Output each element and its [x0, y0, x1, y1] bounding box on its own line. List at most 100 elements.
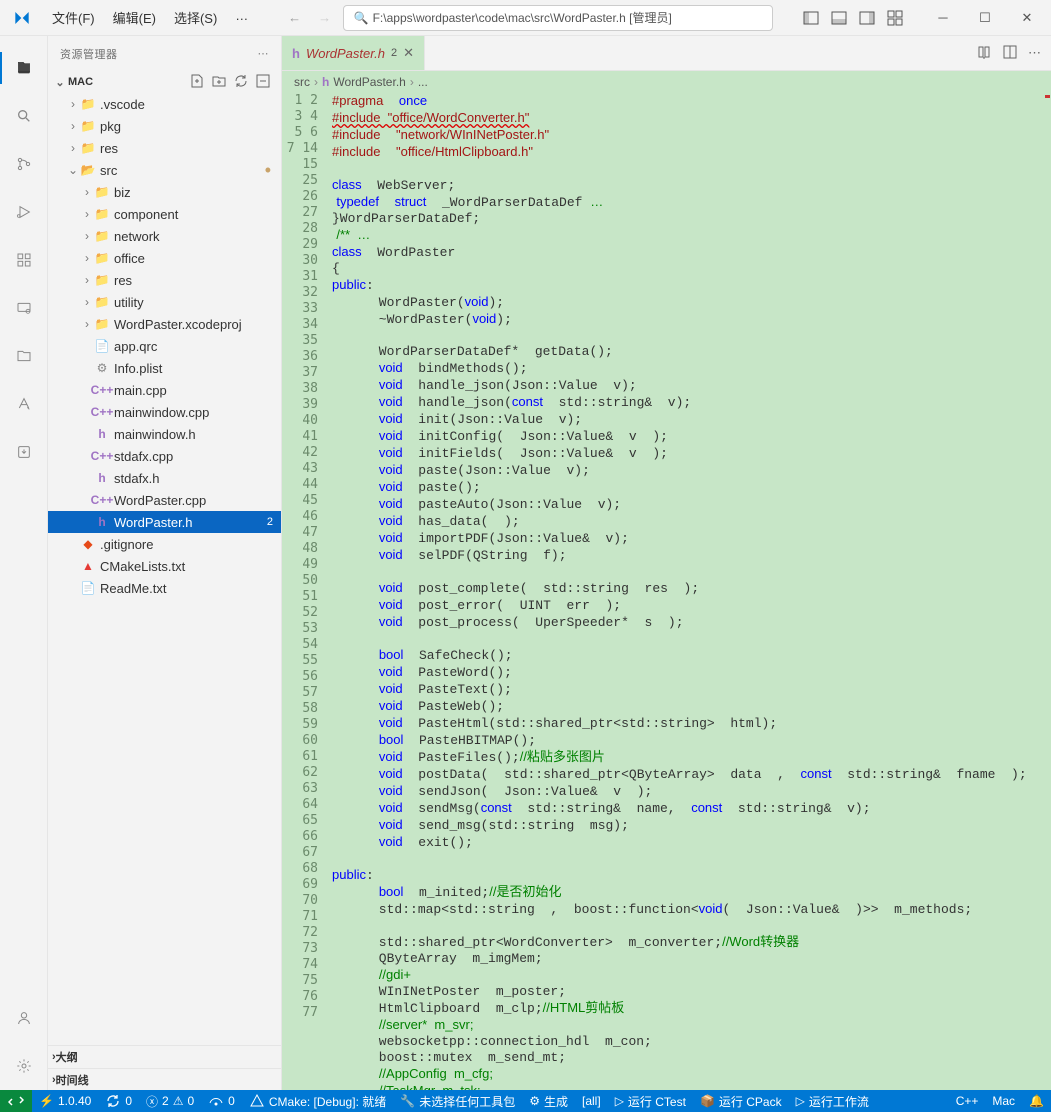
status-version[interactable]: ⚡1.0.40	[32, 1090, 98, 1112]
layout-secondary-icon[interactable]	[855, 6, 879, 30]
menu-bar: 文件(F) 编辑(E) 选择(S) …	[44, 4, 256, 31]
activity-account[interactable]	[0, 994, 48, 1042]
status-cpack[interactable]: 📦 运行 CPack	[693, 1090, 789, 1112]
search-icon: 🔍	[354, 11, 369, 25]
activity-search[interactable]	[0, 92, 48, 140]
tree-item-src[interactable]: ⌄📂src•	[48, 159, 281, 181]
status-workflow[interactable]: ▷ 运行工作流	[789, 1090, 876, 1112]
tree-item-pkg[interactable]: ›📁pkg	[48, 115, 281, 137]
breadcrumb-src[interactable]: src	[294, 75, 310, 89]
tab-badge: 2	[391, 47, 397, 59]
split-icon[interactable]	[1002, 44, 1018, 63]
maximize-button[interactable]: ☐	[965, 3, 1005, 33]
layout-primary-icon[interactable]	[799, 6, 823, 30]
section-label: MAC	[68, 76, 93, 88]
breadcrumb[interactable]: src › h WordPaster.h › ...	[282, 71, 1051, 93]
layout-customize-icon[interactable]	[883, 6, 907, 30]
status-target[interactable]: Mac	[985, 1090, 1022, 1112]
menu-file[interactable]: 文件(F)	[44, 4, 103, 31]
status-problems[interactable]: ⓧ 2 ⚠ 0	[139, 1090, 201, 1112]
sidebar-more-icon[interactable]: ⋯	[258, 47, 270, 60]
tree-item-mainwindow-h[interactable]: hmainwindow.h	[48, 423, 281, 445]
status-kit[interactable]: 🔧未选择任何工具包	[393, 1090, 522, 1112]
section-mac[interactable]: ⌄ MAC	[48, 71, 281, 93]
tree-item-info-plist[interactable]: ⚙Info.plist	[48, 357, 281, 379]
menu-select[interactable]: 选择(S)	[166, 4, 225, 31]
sidebar-title: 资源管理器	[60, 46, 118, 62]
tree-item-biz[interactable]: ›📁biz	[48, 181, 281, 203]
activity-settings[interactable]	[0, 1042, 48, 1090]
breadcrumb-more[interactable]: ...	[418, 75, 428, 89]
activity-download[interactable]	[0, 428, 48, 476]
close-button[interactable]: ✕	[1007, 3, 1047, 33]
tree-item-wordpaster-h[interactable]: hWordPaster.h2	[48, 511, 281, 533]
menu-more[interactable]: …	[227, 4, 256, 31]
tab-label: WordPaster.h	[306, 46, 385, 61]
h-file-icon: h	[322, 75, 329, 89]
breadcrumb-file[interactable]: WordPaster.h	[333, 75, 405, 89]
tree-item-stdafx-h[interactable]: hstdafx.h	[48, 467, 281, 489]
tree-item--vscode[interactable]: ›📁.vscode	[48, 93, 281, 115]
tree-item-office[interactable]: ›📁office	[48, 247, 281, 269]
status-remote[interactable]	[0, 1090, 32, 1112]
command-center[interactable]: 🔍 F:\apps\wordpaster\code\mac\src\WordPa…	[343, 5, 773, 31]
layout-panel-icon[interactable]	[827, 6, 851, 30]
app-logo	[8, 4, 36, 32]
compare-icon[interactable]	[976, 44, 992, 63]
activity-folder[interactable]	[0, 332, 48, 380]
status-build[interactable]: ⚙ 生成	[522, 1090, 575, 1112]
tree-item-cmakelists-txt[interactable]: ▲CMakeLists.txt	[48, 555, 281, 577]
activity-bar	[0, 36, 48, 1090]
code-area[interactable]: 1 2 3 4 5 6 7 14 15 25 26 27 28 29 30 31…	[282, 93, 1051, 1090]
sidebar-header: 资源管理器 ⋯	[48, 36, 281, 71]
tree-item-res[interactable]: ›📁res	[48, 269, 281, 291]
nav-forward[interactable]: →	[313, 6, 337, 30]
minimap[interactable]	[1043, 93, 1051, 1090]
h-file-icon: h	[292, 46, 300, 61]
file-tree: ›📁.vscode›📁pkg›📁res⌄📂src•›📁biz›📁componen…	[48, 93, 281, 599]
tree-item-mainwindow-cpp[interactable]: C++mainwindow.cpp	[48, 401, 281, 423]
activity-a[interactable]	[0, 380, 48, 428]
tree-item-readme-txt[interactable]: 📄ReadMe.txt	[48, 577, 281, 599]
tree-item--gitignore[interactable]: ◆.gitignore	[48, 533, 281, 555]
status-ctest[interactable]: ▷ 运行 CTest	[608, 1090, 693, 1112]
status-lang[interactable]: C++	[949, 1090, 986, 1112]
tree-item-utility[interactable]: ›📁utility	[48, 291, 281, 313]
activity-remote[interactable]	[0, 284, 48, 332]
path-text: F:\apps\wordpaster\code\mac\src\WordPast…	[373, 9, 672, 26]
activity-scm[interactable]	[0, 140, 48, 188]
section-outline[interactable]: ›大纲	[48, 1046, 281, 1068]
editor-more-icon[interactable]: ⋯	[1028, 45, 1041, 61]
sidebar: 资源管理器 ⋯ ⌄ MAC ›📁.vscode›📁pkg›📁res⌄📂src•›…	[48, 36, 282, 1090]
menu-edit[interactable]: 编辑(E)	[105, 4, 164, 31]
line-gutter: 1 2 3 4 5 6 7 14 15 25 26 27 28 29 30 31…	[282, 93, 326, 1090]
new-folder-icon[interactable]	[211, 73, 227, 92]
activity-debug[interactable]	[0, 188, 48, 236]
status-bar: ⚡1.0.40 0 ⓧ 2 ⚠ 0 0 CMake: [Debug]: 就绪 🔧…	[0, 1090, 1051, 1112]
new-file-icon[interactable]	[189, 73, 205, 92]
tree-item-res[interactable]: ›📁res	[48, 137, 281, 159]
tree-item-main-cpp[interactable]: C++main.cpp	[48, 379, 281, 401]
titlebar: 文件(F) 编辑(E) 选择(S) … ← → 🔍 F:\apps\wordpa…	[0, 0, 1051, 36]
tree-item-stdafx-cpp[interactable]: C++stdafx.cpp	[48, 445, 281, 467]
minimize-button[interactable]: ─	[923, 3, 963, 33]
tab-close-icon[interactable]: ✕	[403, 45, 414, 61]
code-content[interactable]: #pragma once #include "office/WordConver…	[326, 93, 1051, 1090]
status-cmake[interactable]: CMake: [Debug]: 就绪	[242, 1090, 393, 1112]
status-bell-icon[interactable]: 🔔	[1022, 1090, 1051, 1112]
nav-back[interactable]: ←	[283, 6, 307, 30]
activity-explorer[interactable]	[0, 44, 48, 92]
tree-item-wordpaster-cpp[interactable]: C++WordPaster.cpp	[48, 489, 281, 511]
tree-item-network[interactable]: ›📁network	[48, 225, 281, 247]
tab-wordpaster[interactable]: h WordPaster.h 2 ✕	[282, 36, 425, 70]
status-ports[interactable]: 0	[201, 1090, 242, 1112]
activity-extensions[interactable]	[0, 236, 48, 284]
tree-item-app-qrc[interactable]: 📄app.qrc	[48, 335, 281, 357]
refresh-icon[interactable]	[233, 73, 249, 92]
collapse-icon[interactable]	[255, 73, 271, 92]
tree-item-component[interactable]: ›📁component	[48, 203, 281, 225]
status-sync[interactable]: 0	[98, 1090, 139, 1112]
status-all[interactable]: [all]	[575, 1090, 608, 1112]
tree-item-wordpaster-xcodeproj[interactable]: ›📁WordPaster.xcodeproj	[48, 313, 281, 335]
section-timeline[interactable]: ›时间线	[48, 1068, 281, 1090]
